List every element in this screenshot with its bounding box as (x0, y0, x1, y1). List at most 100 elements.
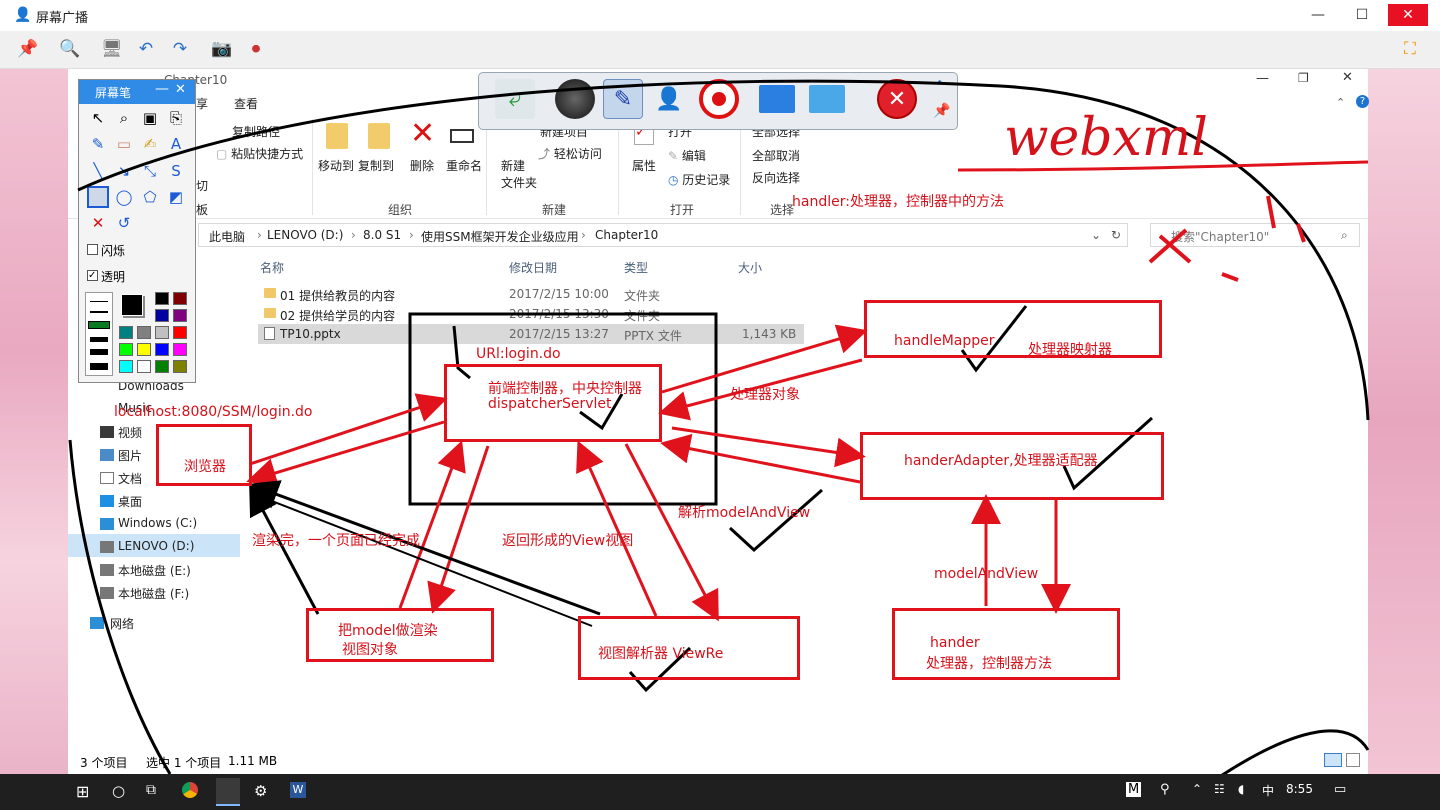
search-circle-icon[interactable]: ○ (112, 782, 125, 800)
color-swatch[interactable] (137, 360, 151, 373)
rectangle-icon[interactable] (87, 186, 109, 208)
ellipse-icon[interactable]: ◯ (113, 186, 135, 208)
select-none-button[interactable]: 全部取消 (752, 147, 800, 164)
nav-item-drive-f[interactable]: 本地磁盘 (F:) (118, 585, 189, 602)
word-icon[interactable]: W (290, 782, 306, 798)
color-swatch[interactable] (119, 360, 133, 373)
arrow-icon[interactable]: ↘ (113, 160, 135, 182)
line-width-option[interactable] (88, 321, 110, 329)
fill-icon[interactable]: ◩ (165, 186, 187, 208)
copy-to-button[interactable]: 复制到 (358, 157, 394, 174)
explorer-restore-button[interactable]: ❐ (1298, 71, 1309, 85)
volume-icon[interactable]: ◖ (1238, 782, 1244, 796)
line-width-option[interactable] (90, 349, 108, 355)
column-header-size[interactable]: 大小 (738, 259, 762, 276)
pin-icon[interactable]: 📌 (16, 37, 40, 61)
color-swatch[interactable] (119, 343, 133, 356)
double-arrow-icon[interactable]: ⤡ (139, 160, 161, 182)
color-swatch[interactable] (137, 326, 151, 339)
ime-mode-badge[interactable]: M (1126, 782, 1142, 797)
people-icon[interactable]: ⚲ (1160, 782, 1170, 797)
pen-panel-minimize-button[interactable]: — (155, 81, 169, 97)
ribbon-expand-icon[interactable]: ⌃ (1336, 96, 1345, 109)
help-icon[interactable]: ? (1356, 95, 1369, 108)
breadcrumb-item[interactable]: 使用SSM框架开发企业级应用 (421, 228, 579, 245)
pin-bar-icon[interactable]: 📌 (933, 103, 950, 119)
move-to-button[interactable]: 移动到 (318, 157, 354, 174)
line-width-option[interactable] (90, 337, 108, 342)
large-icons-view-icon[interactable] (1346, 753, 1360, 767)
rename-button[interactable]: 重命名 (446, 157, 482, 174)
line-width-picker[interactable] (85, 292, 113, 376)
line-width-option[interactable] (90, 363, 108, 370)
active-app-icon[interactable] (216, 778, 240, 806)
user-icon[interactable]: 👤 (649, 79, 689, 119)
breadcrumb-item[interactable]: 8.0 S1 (363, 228, 401, 242)
history-button[interactable]: ◷ 历史记录 (668, 171, 730, 188)
tab-view[interactable]: 查看 (234, 95, 258, 112)
paste-shortcut-button[interactable]: ▢ 粘贴快捷方式 (216, 145, 303, 162)
table-row[interactable]: 01 提供给教员的内容 2017/2/15 10:00 文件夹 (258, 284, 804, 304)
color-swatch[interactable] (155, 309, 169, 322)
curve-icon[interactable]: S (165, 160, 187, 182)
line-width-option[interactable] (90, 301, 108, 302)
nav-item-desktop[interactable]: 桌面 (118, 493, 142, 510)
zoom-icon[interactable]: 🔍 (58, 37, 82, 61)
line-icon[interactable]: ╲ (87, 160, 109, 182)
line-width-option[interactable] (90, 311, 108, 313)
clock[interactable]: 8:55 (1286, 782, 1313, 796)
collapse-icon[interactable]: ⌃ (933, 77, 946, 96)
record-screen-icon[interactable]: ⏺ (244, 37, 268, 61)
polygon-icon[interactable]: ⬠ (139, 186, 161, 208)
camera-icon[interactable]: 📷 (210, 37, 234, 61)
copy-path-button[interactable]: 复制路径 (232, 123, 280, 140)
close-button[interactable]: ✕ (1388, 4, 1428, 26)
nav-item-video[interactable]: 视频 (118, 424, 142, 441)
undo-pen-icon[interactable]: ↺ (113, 212, 135, 234)
column-header-name[interactable]: 名称 (260, 259, 284, 276)
easy-access-button[interactable]: ⤴ 轻松访问 (538, 145, 602, 162)
refresh-icon[interactable]: ↻ (1111, 228, 1121, 242)
chevron-down-icon[interactable]: ⌄ (1091, 228, 1101, 242)
breadcrumb-item[interactable]: LENOVO (D:) (267, 228, 343, 242)
pen-panel-close-button[interactable]: ✕ (175, 82, 186, 97)
nav-item-documents[interactable]: 文档 (118, 470, 142, 487)
maximize-button[interactable]: ☐ (1342, 4, 1382, 26)
minimize-button[interactable]: — (1298, 4, 1338, 26)
properties-button[interactable]: 属性 (632, 157, 656, 174)
monitor-icon[interactable]: 🖥 (100, 37, 124, 61)
monitor-select-icon[interactable] (809, 85, 845, 113)
nav-item-pictures[interactable]: 图片 (118, 447, 142, 464)
table-row[interactable]: TP10.pptx 2017/2/15 13:27 PPTX 文件 1,143 … (258, 324, 804, 344)
pointer-icon[interactable]: ↖ (87, 107, 109, 129)
cut-button[interactable]: 切 (196, 177, 208, 194)
task-view-icon[interactable]: ⧉ (146, 782, 156, 798)
nav-item-drive-c[interactable]: Windows (C:) (118, 516, 197, 530)
tab-share[interactable]: 享 (196, 95, 208, 112)
edit-button[interactable]: ✎ 编辑 (668, 147, 706, 164)
save-icon[interactable]: ⎘ (165, 107, 187, 129)
color-swatch[interactable] (137, 343, 151, 356)
color-swatch[interactable] (173, 292, 187, 305)
chrome-icon[interactable] (182, 782, 198, 798)
nav-item-drive-e[interactable]: 本地磁盘 (E:) (118, 562, 191, 579)
webcam-icon[interactable] (555, 79, 595, 119)
address-bar[interactable]: 此电脑 › LENOVO (D:) › 8.0 S1 › 使用SSM框架开发企业… (198, 223, 1128, 247)
column-header-modified[interactable]: 修改日期 (509, 259, 557, 276)
windows-start-icon[interactable]: ⊞ (76, 782, 89, 801)
breadcrumb-item[interactable]: 此电脑 (209, 228, 245, 245)
screen-broadcast-icon[interactable] (759, 85, 795, 113)
clear-icon[interactable]: ✕ (87, 212, 109, 234)
explorer-minimize-button[interactable]: — (1256, 71, 1269, 86)
fullscreen-icon[interactable]: ⛶ (1398, 37, 1422, 61)
highlighter-icon[interactable]: ✍ (139, 133, 161, 155)
new-folder-button[interactable]: 新建 文件夹 (501, 157, 537, 191)
delete-button[interactable]: 删除 (410, 157, 434, 174)
color-swatch[interactable] (119, 326, 133, 339)
record-icon[interactable] (699, 79, 739, 119)
pen-icon[interactable]: ✎ (87, 133, 109, 155)
settings-gear-icon[interactable]: ⚙ (254, 782, 267, 800)
nav-item-network[interactable]: 网络 (110, 615, 134, 632)
color-swatch[interactable] (173, 326, 187, 339)
transparent-checkbox[interactable]: ✓ (87, 270, 98, 281)
